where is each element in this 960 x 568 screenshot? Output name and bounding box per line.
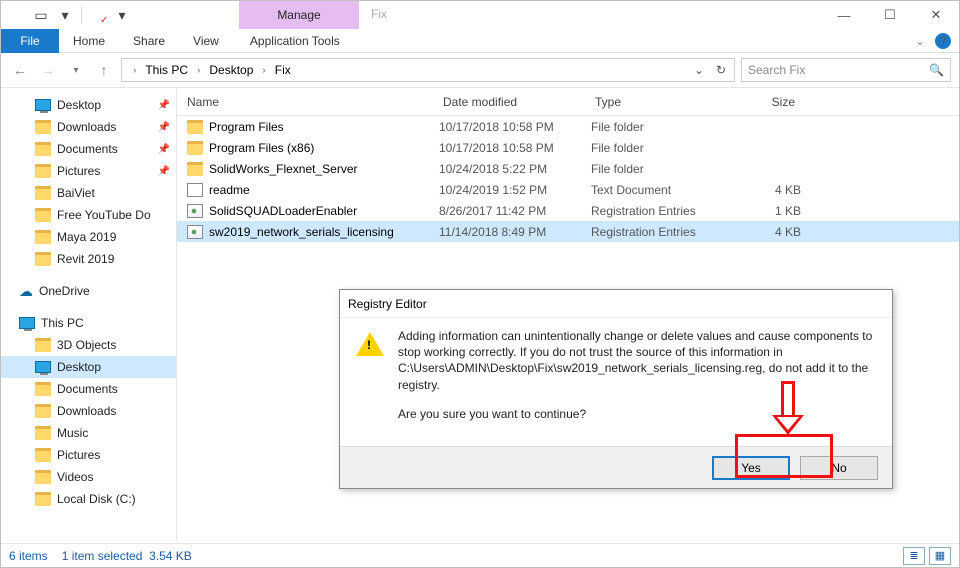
tree-item-onedrive[interactable]: ☁OneDrive: [1, 280, 176, 302]
tab-share[interactable]: Share: [119, 29, 179, 53]
ribbon: File Home Share View Application Tools ⌄…: [1, 29, 959, 53]
maximize-button[interactable]: ☐: [867, 1, 913, 29]
annotation-arrow: [781, 381, 813, 435]
tree-item-documents[interactable]: Documents: [1, 378, 176, 400]
file-row[interactable]: sw2019_network_serials_licensing11/14/20…: [177, 221, 959, 242]
window-controls: — ☐ ✕: [821, 1, 959, 29]
col-name[interactable]: Name: [177, 95, 433, 109]
window-title: Fix: [371, 7, 387, 21]
chevron-right-icon[interactable]: ›: [259, 65, 268, 76]
tree-item-videos[interactable]: Videos: [1, 466, 176, 488]
explorer-icon: [7, 5, 27, 25]
tree-item-3d-objects[interactable]: 3D Objects: [1, 334, 176, 356]
col-size[interactable]: Size: [715, 95, 805, 109]
tree-item-free-youtube-do[interactable]: Free YouTube Do: [1, 204, 176, 226]
tree-item-downloads[interactable]: Downloads📌: [1, 116, 176, 138]
file-row[interactable]: Program Files10/17/2018 10:58 PMFile fol…: [177, 116, 959, 137]
tree-item-desktop[interactable]: Desktop: [1, 356, 176, 378]
col-date[interactable]: Date modified: [433, 95, 585, 109]
nav-tree[interactable]: Desktop📌Downloads📌Documents📌Pictures📌Bai…: [1, 88, 177, 541]
qa-checked-folder-icon[interactable]: ✓: [88, 5, 108, 25]
status-bar: 6 items 1 item selected 3.54 KB ≣ ▦: [1, 543, 959, 567]
tab-home[interactable]: Home: [59, 29, 119, 53]
dialog-title: Registry Editor: [340, 290, 892, 318]
tree-item-revit-2019[interactable]: Revit 2019: [1, 248, 176, 270]
view-details-button[interactable]: ≣: [903, 547, 925, 565]
crumb-desktop[interactable]: Desktop: [205, 63, 257, 77]
back-button[interactable]: ←: [9, 59, 31, 81]
view-icons-button[interactable]: ▦: [929, 547, 951, 565]
qa-properties-icon[interactable]: ▭: [31, 5, 51, 25]
file-row[interactable]: Program Files (x86)10/17/2018 10:58 PMFi…: [177, 137, 959, 158]
recent-dropdown-icon[interactable]: ▾: [65, 59, 87, 81]
tree-item-this-pc[interactable]: This PC: [1, 312, 176, 334]
file-row[interactable]: readme10/24/2019 1:52 PMText Document4 K…: [177, 179, 959, 200]
tree-item-maya-2019[interactable]: Maya 2019: [1, 226, 176, 248]
chevron-right-icon[interactable]: ›: [130, 65, 139, 76]
minimize-button[interactable]: —: [821, 1, 867, 29]
up-button[interactable]: ↑: [93, 59, 115, 81]
annotation-highlight-yes: [735, 434, 833, 478]
search-box[interactable]: Search Fix 🔍: [741, 58, 951, 82]
tree-item-pictures[interactable]: Pictures: [1, 444, 176, 466]
status-selection: 1 item selected 3.54 KB: [62, 549, 192, 563]
tree-item-music[interactable]: Music: [1, 422, 176, 444]
search-icon: 🔍: [929, 63, 944, 77]
tree-item-baiviet[interactable]: BaiViet: [1, 182, 176, 204]
file-row[interactable]: SolidWorks_Flexnet_Server10/24/2018 5:22…: [177, 158, 959, 179]
quick-access-toolbar: ▭ ▾ ✓ ▾: [1, 1, 959, 29]
crumb-fix[interactable]: Fix: [271, 63, 295, 77]
forward-button[interactable]: →: [37, 59, 59, 81]
file-row[interactable]: SolidSQUADLoaderEnabler8/26/2017 11:42 P…: [177, 200, 959, 221]
tree-item-desktop[interactable]: Desktop📌: [1, 94, 176, 116]
close-button[interactable]: ✕: [913, 1, 959, 29]
tab-view[interactable]: View: [179, 29, 233, 53]
help-icon[interactable]: ?: [935, 33, 951, 49]
tree-item-downloads[interactable]: Downloads: [1, 400, 176, 422]
col-type[interactable]: Type: [585, 95, 715, 109]
tab-application-tools[interactable]: Application Tools: [235, 29, 355, 53]
expand-ribbon-icon[interactable]: ⌄: [915, 34, 925, 48]
search-placeholder: Search Fix: [748, 63, 805, 77]
tree-item-documents[interactable]: Documents📌: [1, 138, 176, 160]
warning-icon: [356, 328, 384, 421]
tree-item-local-disk-c-[interactable]: Local Disk (C:): [1, 488, 176, 510]
address-dropdown-icon[interactable]: ⌄: [688, 63, 710, 77]
file-tab[interactable]: File: [1, 29, 59, 53]
tree-item-pictures[interactable]: Pictures📌: [1, 160, 176, 182]
qa-dropdown-icon[interactable]: ▾: [55, 5, 75, 25]
address-bar[interactable]: › This PC › Desktop › Fix ⌄ ↻: [121, 58, 735, 82]
refresh-icon[interactable]: ↻: [710, 63, 732, 77]
chevron-right-icon[interactable]: ›: [194, 65, 203, 76]
nav-row: ← → ▾ ↑ › This PC › Desktop › Fix ⌄ ↻ Se…: [1, 53, 959, 87]
context-tab-manage[interactable]: Manage: [239, 1, 359, 29]
status-item-count: 6 items: [9, 549, 48, 563]
column-headers[interactable]: Name Date modified Type Size: [177, 88, 959, 116]
crumb-thispc[interactable]: This PC: [141, 63, 192, 77]
qa-overflow-icon[interactable]: ▾: [112, 5, 132, 25]
